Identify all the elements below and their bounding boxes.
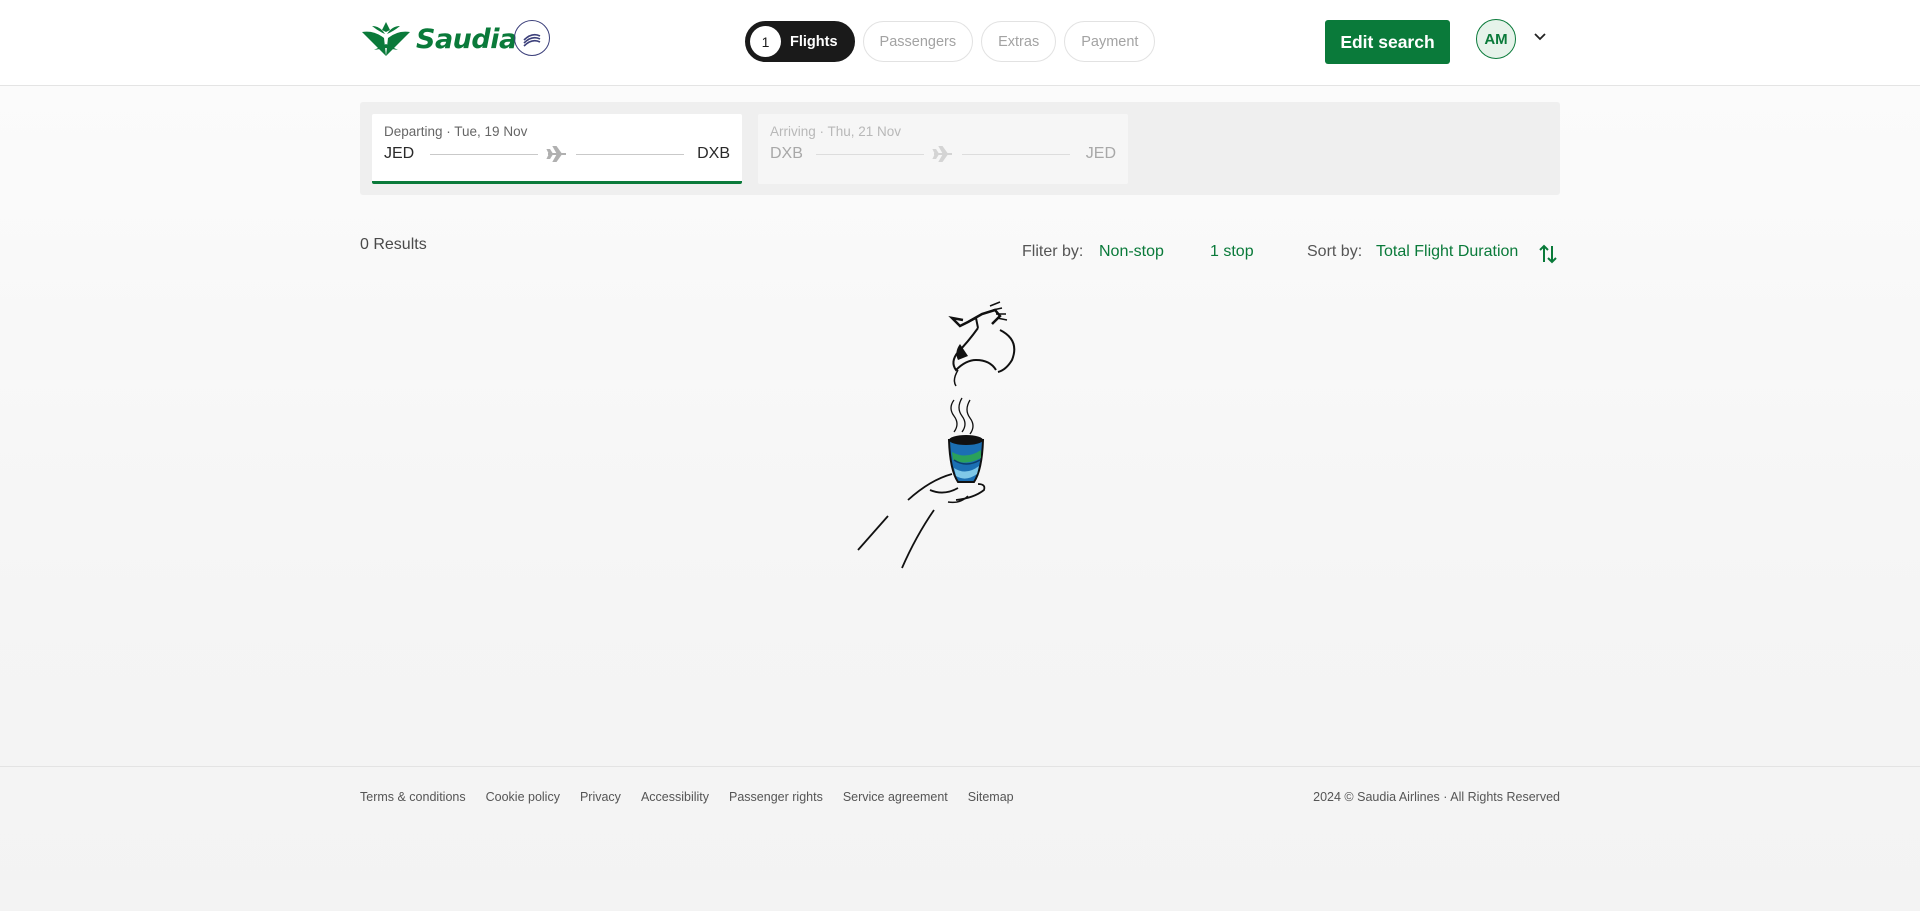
step-label: Passengers	[879, 33, 957, 50]
footer-link-sitemap[interactable]: Sitemap	[968, 790, 1014, 804]
edit-search-button[interactable]: Edit search	[1325, 20, 1450, 64]
tab-departing[interactable]: Departing · Tue, 19 Nov JED DXB	[372, 114, 742, 184]
footer-link-privacy[interactable]: Privacy	[580, 790, 621, 804]
leg-date-label: Departing · Tue, 19 Nov	[384, 124, 528, 139]
origin-code: JED	[384, 145, 415, 162]
chevron-down-icon[interactable]	[1533, 32, 1547, 42]
footer-links: Terms & conditions Cookie policy Privacy…	[360, 790, 1014, 804]
plane-icon	[932, 146, 952, 162]
saudia-logo-icon	[362, 22, 410, 56]
sort-label: Sort by:	[1307, 243, 1363, 260]
destination-code: JED	[1085, 145, 1116, 162]
flight-legs-panel: Departing · Tue, 19 Nov JED DXB Arriving…	[360, 102, 1560, 195]
sort-option[interactable]: Total Flight Duration	[1376, 243, 1518, 261]
coffee-illustration	[857, 301, 1016, 569]
footer-link-accessibility[interactable]: Accessibility	[641, 790, 709, 804]
filter-1-stop[interactable]: 1 stop	[1210, 243, 1254, 261]
sort-icon[interactable]	[1538, 243, 1558, 265]
footer-link-terms[interactable]: Terms & conditions	[360, 790, 466, 804]
footer-link-cookies[interactable]: Cookie policy	[486, 790, 560, 804]
filter-label: Fliter by:	[1022, 243, 1084, 260]
footer-link-service-agreement[interactable]: Service agreement	[843, 790, 948, 804]
header: Saudia 1 Flights Passengers Extras Payme…	[0, 0, 1920, 86]
results-count: 0 Results	[360, 236, 427, 253]
step-extras[interactable]: Extras	[981, 21, 1057, 62]
avatar[interactable]: AM	[1476, 19, 1516, 59]
route: DXB JED	[770, 145, 1116, 163]
step-flights[interactable]: 1 Flights	[745, 21, 855, 62]
step-label: Flights	[790, 33, 838, 50]
leg-date-label: Arriving · Thu, 21 Nov	[770, 124, 902, 139]
footer-divider	[0, 766, 1920, 767]
origin-code: DXB	[770, 145, 803, 162]
filter-non-stop[interactable]: Non-stop	[1099, 243, 1164, 261]
tab-arriving[interactable]: Arriving · Thu, 21 Nov DXB JED	[758, 114, 1128, 184]
step-label: Extras	[998, 33, 1040, 50]
destination-code: DXB	[697, 145, 730, 162]
step-passengers[interactable]: Passengers	[862, 21, 974, 62]
saudia-logo[interactable]: Saudia	[360, 20, 517, 58]
route: JED DXB	[384, 145, 730, 163]
copyright: 2024 © Saudia Airlines · All Rights Rese…	[1313, 790, 1560, 804]
booking-steps: 1 Flights Passengers Extras Payment	[745, 21, 1156, 62]
step-payment[interactable]: Payment	[1064, 21, 1156, 62]
plane-icon	[546, 146, 566, 162]
brand-name: Saudia	[416, 23, 517, 55]
skyteam-logo-icon	[514, 20, 550, 56]
footer-link-passenger-rights[interactable]: Passenger rights	[729, 790, 823, 804]
step-label: Payment	[1081, 33, 1139, 50]
step-number: 1	[750, 26, 781, 57]
